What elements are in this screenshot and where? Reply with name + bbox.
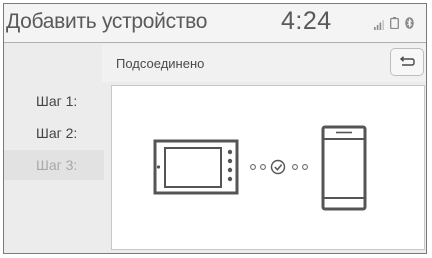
connection-diagram (153, 125, 367, 211)
head-unit-icon (153, 139, 239, 195)
step-3-item: Шаг 3: (4, 150, 104, 180)
screen-title: Добавить устройство (6, 10, 208, 33)
bluetooth-icon (405, 16, 414, 34)
connected-check-icon (270, 159, 286, 175)
smartphone-icon (321, 125, 367, 211)
clock: 4:24 (281, 7, 332, 35)
back-button[interactable] (390, 48, 424, 76)
connection-dots-right (292, 164, 308, 170)
step-2-item: Шаг 2: (36, 125, 78, 141)
screen-frame: Добавить устройство 4:24 Подсоединено Ша… (3, 3, 427, 254)
header-bar: Добавить устройство 4:24 (4, 4, 426, 42)
step-1-item: Шаг 1: (36, 93, 78, 109)
battery-icon (390, 16, 399, 34)
connection-dots-left (250, 164, 266, 170)
connection-diagram-panel (111, 85, 425, 250)
header-divider (4, 42, 426, 43)
signal-icon (374, 17, 384, 35)
status-bar: Подсоединено (102, 44, 426, 82)
connection-status-title: Подсоединено (116, 56, 205, 71)
back-arrow-icon (399, 56, 415, 66)
